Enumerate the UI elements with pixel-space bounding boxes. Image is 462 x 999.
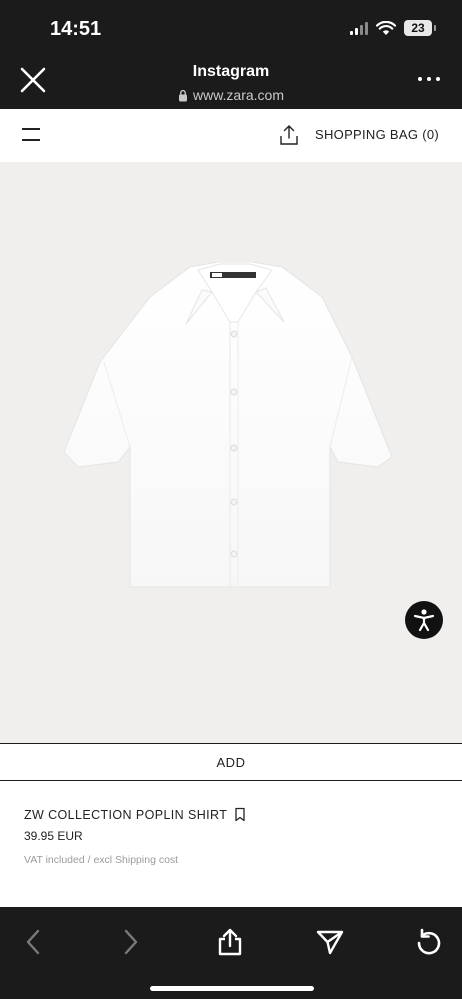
- url-text: www.zara.com: [192, 87, 285, 103]
- send-icon[interactable]: [313, 925, 347, 959]
- lock-icon: [178, 89, 187, 101]
- home-indicator[interactable]: [150, 986, 314, 991]
- battery-indicator: 23: [404, 20, 436, 36]
- shopping-bag-link[interactable]: SHOPPING BAG (0): [315, 127, 439, 142]
- menu-icon[interactable]: [22, 128, 40, 141]
- wifi-icon: [376, 20, 396, 35]
- battery-level: 23: [411, 21, 425, 35]
- forward-icon[interactable]: [114, 925, 148, 959]
- status-time: 14:51: [50, 18, 102, 40]
- browser-title: Instagram: [192, 63, 270, 80]
- more-icon[interactable]: [418, 72, 440, 86]
- product-name: ZW COLLECTION POPLIN SHIRT: [24, 808, 228, 822]
- signal-icon: [350, 21, 368, 35]
- share-icon[interactable]: [213, 925, 247, 959]
- browser-top-bar: 14:51 23 Instagram www.zara.com: [0, 0, 462, 109]
- back-icon[interactable]: [16, 925, 50, 959]
- share-icon[interactable]: [279, 124, 299, 146]
- product-image: [63, 262, 393, 588]
- status-icons: 23: [350, 20, 436, 36]
- bookmark-icon[interactable]: [234, 807, 246, 822]
- add-to-bag-button[interactable]: ADD: [0, 743, 462, 781]
- accessibility-icon: [413, 609, 435, 632]
- browser-url[interactable]: www.zara.com: [0, 87, 462, 103]
- product-image-area[interactable]: [0, 162, 462, 743]
- reload-icon[interactable]: [412, 925, 446, 959]
- accessibility-button[interactable]: [405, 601, 443, 639]
- product-price: 39.95 EUR: [24, 829, 83, 843]
- vat-note: VAT included / excl Shipping cost: [24, 854, 179, 866]
